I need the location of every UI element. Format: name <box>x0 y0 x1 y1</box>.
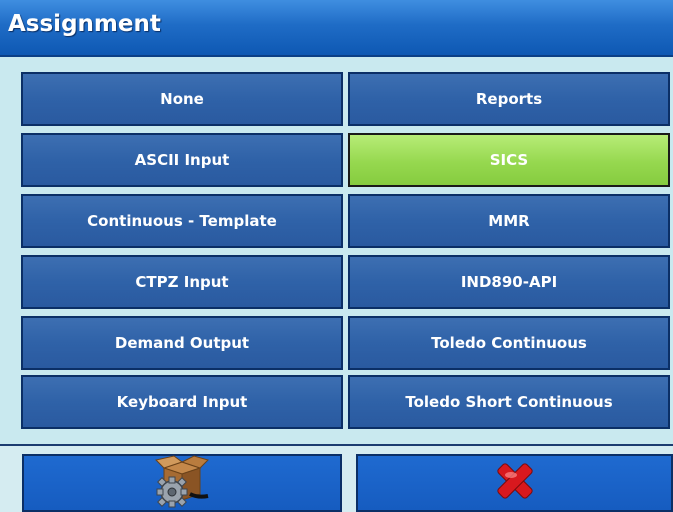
option-continuous-template[interactable]: Continuous - Template <box>21 194 343 248</box>
option-label: Keyboard Input <box>116 393 248 411</box>
settings-box-icon <box>150 454 214 512</box>
cancel-x-icon <box>491 459 539 508</box>
option-ind890-api[interactable]: IND890-API <box>348 255 670 309</box>
option-sics[interactable]: SICS <box>348 133 670 187</box>
option-ascii-input[interactable]: ASCII Input <box>21 133 343 187</box>
option-label: ASCII Input <box>134 151 230 169</box>
option-none[interactable]: None <box>21 72 343 126</box>
option-label: MMR <box>488 212 530 230</box>
option-toledo-continuous[interactable]: Toledo Continuous <box>348 316 670 370</box>
option-keyboard-input[interactable]: Keyboard Input <box>21 375 343 429</box>
options-grid: None ASCII Input Continuous - Template C… <box>0 57 673 444</box>
option-label: CTPZ Input <box>135 273 229 291</box>
option-label: Toledo Continuous <box>431 334 587 352</box>
option-demand-output[interactable]: Demand Output <box>21 316 343 370</box>
option-ctpz-input[interactable]: CTPZ Input <box>21 255 343 309</box>
option-mmr[interactable]: MMR <box>348 194 670 248</box>
option-label: Demand Output <box>114 334 250 352</box>
option-toledo-short-continuous[interactable]: Toledo Short Continuous <box>348 375 670 429</box>
option-label: Reports <box>475 90 543 108</box>
cancel-softkey[interactable] <box>356 454 673 512</box>
option-label: Continuous - Template <box>87 212 277 230</box>
option-reports[interactable]: Reports <box>348 72 670 126</box>
option-label: Toledo Short Continuous <box>405 393 613 411</box>
option-label: SICS <box>489 151 529 169</box>
softkey-bar <box>0 444 673 512</box>
option-label: None <box>160 90 204 108</box>
page-title: Assignment <box>8 11 161 37</box>
option-label: IND890-API <box>460 273 558 291</box>
assignment-screen: Assignment None ASCII Input Continuous -… <box>0 0 673 512</box>
title-bar: Assignment <box>0 0 673 57</box>
settings-softkey[interactable] <box>22 454 342 512</box>
